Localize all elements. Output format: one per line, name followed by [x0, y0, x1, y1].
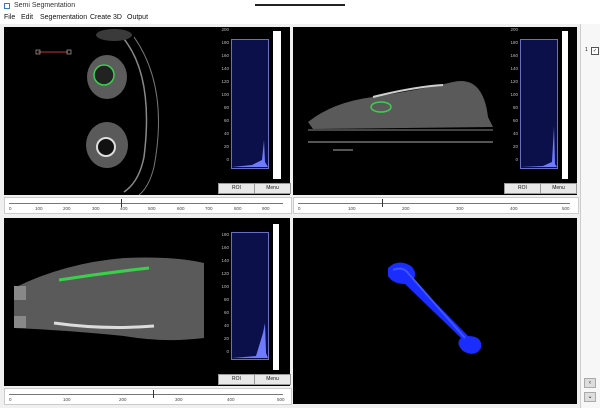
menu-create-3d[interactable]: Create 3D [90, 14, 122, 21]
histogram-panel [520, 39, 558, 169]
scroll-down-icon[interactable]: ⌄ [584, 392, 596, 402]
histogram-plot [232, 323, 268, 358]
title-bar: Semi Segmentation [0, 0, 600, 12]
coronal-slice-slider[interactable]: 0 100 200 300 400 500 [4, 388, 292, 405]
window-title: Semi Segmentation [14, 2, 76, 9]
menu-segmentation[interactable]: Segementation [40, 14, 87, 21]
histogram-plot [521, 126, 557, 167]
menu-button[interactable]: Menu [254, 183, 291, 194]
menu-file[interactable]: File [4, 14, 15, 21]
window-level-bar[interactable] [273, 31, 281, 179]
scroll-left-icon[interactable]: ‹ [584, 378, 596, 388]
slider-handle[interactable] [382, 199, 383, 207]
menu-button[interactable]: Menu [540, 183, 577, 194]
histogram-plot [232, 140, 268, 167]
menu-edit[interactable]: Edit [21, 14, 33, 21]
roi-button[interactable]: ROI [218, 183, 255, 194]
menu-button[interactable]: Menu [254, 374, 291, 385]
menu-output[interactable]: Output [127, 14, 148, 21]
slider-handle[interactable] [153, 390, 154, 398]
histogram-panel [231, 39, 269, 169]
axial-slice-slider[interactable]: 0 100 200 300 400 500 600 700 800 900 [4, 197, 292, 214]
render-3d-view[interactable] [293, 218, 577, 404]
sagittal-slice-slider[interactable]: 0 100 200 300 400 500 [293, 197, 579, 214]
window-level-bar[interactable] [562, 31, 568, 179]
sagittal-view[interactable]: 200 180 160 140 120 100 80 60 40 20 0 RO… [293, 27, 577, 195]
title-divider [255, 4, 345, 6]
menu-bar: File Edit Segementation Create 3D Output [0, 12, 600, 24]
layer-panel [580, 24, 600, 408]
coronal-view[interactable]: 180 160 140 120 100 80 60 40 20 0 ROI Me… [4, 218, 291, 386]
layer-label: 1 [585, 47, 588, 53]
roi-button[interactable]: ROI [504, 183, 541, 194]
axial-view[interactable]: 200 180 160 140 120 100 80 60 40 20 0 RO… [4, 27, 291, 196]
app-icon [4, 3, 10, 9]
bone-3d-model [388, 262, 482, 354]
layer-checkbox[interactable]: ✓ [591, 47, 599, 55]
histogram-panel [231, 232, 269, 360]
window-level-bar[interactable] [273, 224, 279, 370]
roi-button[interactable]: ROI [218, 374, 255, 385]
